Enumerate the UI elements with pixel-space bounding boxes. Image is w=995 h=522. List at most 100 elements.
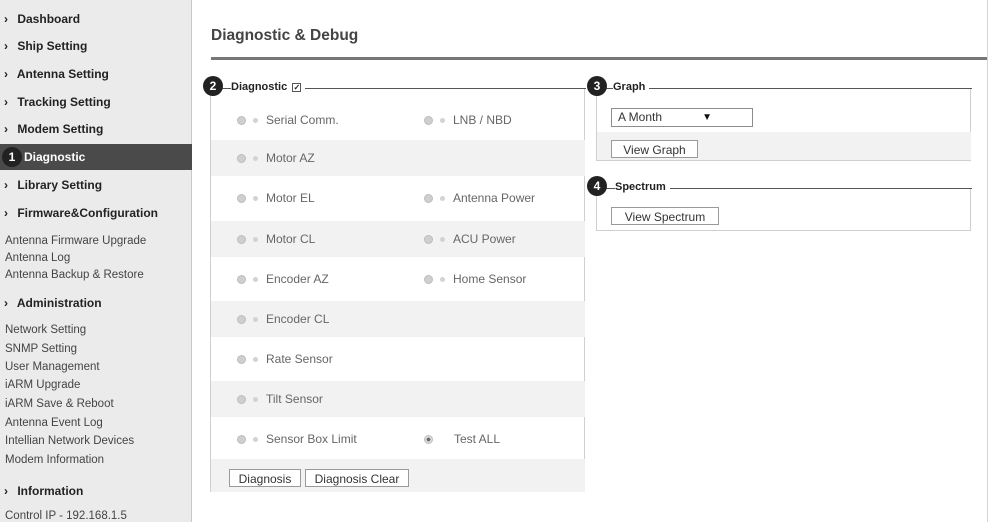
sub-intellian-network-devices[interactable]: Intellian Network Devices [5,433,134,450]
chevron-right-icon: › [4,484,8,498]
diag-row: Tilt Sensor [211,381,585,417]
radio-icon [424,275,433,285]
radio-icon [237,435,246,445]
diagnostic-panel: Diagnostic ✓ Serial Comm. LNB / NBD Moto… [210,81,586,492]
graph-legend: Graph [613,81,650,93]
sub-snmp-setting[interactable]: SNMP Setting [5,341,77,358]
graph-period-select[interactable]: A Month ▼ [611,108,753,127]
radio-icon [237,395,246,405]
diag-item-encoder-az[interactable]: Encoder AZ [237,261,329,297]
diag-row: Encoder AZ Home Sensor [211,261,585,297]
radio-icon [237,116,246,126]
diag-row: Motor CL ACU Power [211,221,585,257]
status-dot-icon [253,118,258,124]
status-dot-icon [253,397,258,403]
status-dot-icon [440,237,445,243]
nav-information[interactable]: › Information [4,478,83,504]
nav-antenna-setting[interactable]: › Antenna Setting [4,61,109,87]
radio-icon [424,194,433,204]
status-dot-icon [253,196,258,202]
status-dot-icon [253,237,258,243]
diag-item-motor-el[interactable]: Motor EL [237,180,315,216]
diag-item-label: Encoder AZ [266,272,329,286]
nav-ship-setting[interactable]: › Ship Setting [4,33,87,59]
radio-icon [237,315,246,325]
diagnosis-clear-button[interactable]: Diagnosis Clear [305,469,409,487]
nav-label: Administration [16,296,102,310]
diag-item-test-all[interactable]: Test ALL [424,421,500,457]
nav-label: Diagnostic [24,150,86,164]
nav-label: Dashboard [17,12,81,26]
nav-firmware-configuration[interactable]: › Firmware&Configuration [4,200,158,226]
diag-item-label: ACU Power [453,232,516,246]
graph-panel: Graph A Month ▼ View Graph [596,81,972,161]
status-dot-icon [253,277,258,283]
nav-modem-setting[interactable]: › Modem Setting [4,116,103,142]
sub-modem-information[interactable]: Modem Information [5,452,104,469]
radio-selected-icon [424,435,433,445]
status-dot-icon [253,357,258,363]
diag-item-motor-az[interactable]: Motor AZ [237,140,315,176]
diag-item-label: Encoder CL [266,312,330,326]
nav-administration[interactable]: › Administration [4,290,102,316]
radio-icon [237,275,246,285]
diag-item-label: Sensor Box Limit [266,432,357,446]
diagnostic-legend-label: Diagnostic [231,81,288,93]
diag-item-label: Motor CL [266,232,316,246]
sidebar: › Dashboard › Ship Setting › Antenna Set… [0,0,192,522]
diag-button-row: Diagnosis Diagnosis Clear [211,459,585,492]
diag-item-home-sensor[interactable]: Home Sensor [424,261,526,297]
nav-library-setting[interactable]: › Library Setting [4,172,102,198]
sub-antenna-log[interactable]: Antenna Log [5,250,70,267]
diag-item-rate-sensor[interactable]: Rate Sensor [237,341,333,377]
diagnosis-button[interactable]: Diagnosis [229,469,301,487]
diag-item-encoder-cl[interactable]: Encoder CL [237,301,329,337]
diag-item-acu-power[interactable]: ACU Power [424,221,516,257]
nav-label: Modem Setting [17,122,104,136]
chevron-right-icon: › [4,178,8,192]
view-spectrum-button[interactable]: View Spectrum [611,207,719,225]
diag-row: Rate Sensor [211,341,585,377]
chevron-right-icon: › [4,296,8,310]
diag-row: Sensor Box Limit Test ALL [211,421,585,457]
view-graph-button[interactable]: View Graph [611,140,698,158]
nav-label: Firmware&Configuration [17,206,159,220]
callout-3: 3 [587,76,607,96]
status-dot-icon [253,156,258,162]
diag-item-label: Motor AZ [266,151,315,165]
diag-item-label: Rate Sensor [266,352,333,366]
diag-item-label: Tilt Sensor [266,392,323,406]
nav-dashboard[interactable]: › Dashboard [4,6,80,32]
radio-icon [237,194,246,204]
sub-antenna-event-log[interactable]: Antenna Event Log [5,415,103,432]
sub-antenna-firmware-upgrade[interactable]: Antenna Firmware Upgrade [5,233,146,250]
radio-icon [237,355,246,365]
sub-user-management[interactable]: User Management [5,359,100,376]
diag-item-antenna-power[interactable]: Antenna Power [424,180,535,216]
nav-label: Antenna Setting [16,67,109,81]
sub-iarm-upgrade[interactable]: iARM Upgrade [5,377,80,394]
diag-item-sensor-box-limit[interactable]: Sensor Box Limit [237,421,357,457]
diag-row: Motor EL Antenna Power [211,180,585,216]
sub-network-setting[interactable]: Network Setting [5,322,86,339]
chevron-right-icon: › [4,206,8,220]
nav-label: Library Setting [17,178,103,192]
diag-item-serial-comm[interactable]: Serial Comm. [237,102,339,138]
diagnostic-select-all-checkbox[interactable]: ✓ [292,82,302,92]
status-dot-icon [253,437,258,443]
sub-iarm-save-reboot[interactable]: iARM Save & Reboot [5,396,114,413]
nav-label: Tracking Setting [17,95,111,109]
graph-legend-line [597,88,972,89]
nav-label: Information [17,484,84,498]
diag-item-label: Home Sensor [453,272,527,286]
status-dot-icon [440,196,445,202]
sub-antenna-backup-restore[interactable]: Antenna Backup & Restore [5,267,144,284]
diag-item-motor-cl[interactable]: Motor CL [237,221,315,257]
nav-diagnostic[interactable]: Diagnostic [0,144,192,170]
diag-item-tilt-sensor[interactable]: Tilt Sensor [237,381,323,417]
radio-icon [237,235,246,245]
nav-tracking-setting[interactable]: › Tracking Setting [4,89,111,115]
graph-period-value: A Month [618,110,663,124]
diag-item-lnb-nbd[interactable]: LNB / NBD [424,102,512,138]
status-dot-icon [440,118,445,124]
